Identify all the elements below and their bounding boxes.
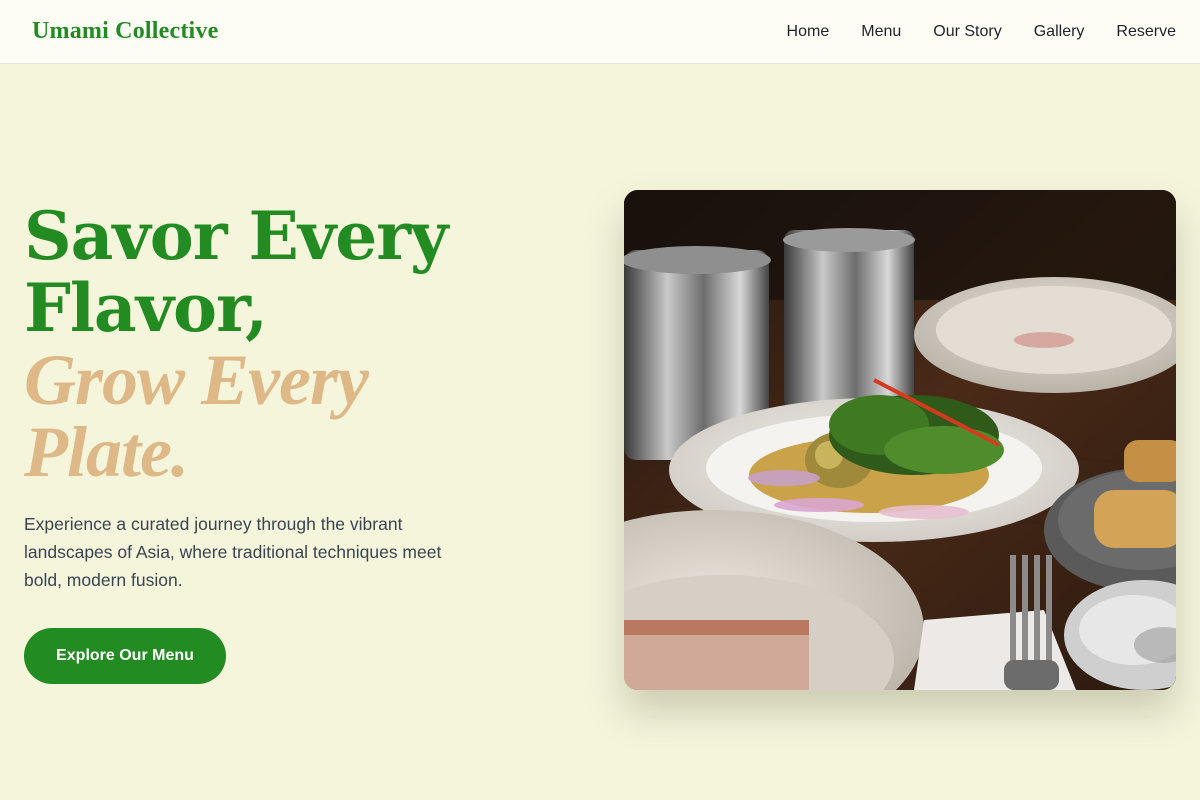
hero-text: Savor Every Flavor, Grow Every Plate. Ex…: [24, 200, 494, 684]
headline-line-4: Plate.: [24, 412, 189, 492]
food-photo-illustration: [624, 190, 1176, 690]
headline-line-2: Flavor,: [24, 269, 268, 347]
nav-link-gallery[interactable]: Gallery: [1034, 23, 1085, 41]
hero-food-photo: [624, 190, 1176, 690]
nav-link-our-story[interactable]: Our Story: [933, 23, 1001, 41]
headline-line-1: Savor Every: [24, 197, 448, 275]
explore-menu-button[interactable]: Explore Our Menu: [24, 628, 226, 684]
main-nav: Home Menu Our Story Gallery Reserve: [787, 23, 1176, 41]
headline-line-3: Grow Every: [24, 340, 369, 420]
nav-link-reserve[interactable]: Reserve: [1116, 23, 1176, 41]
brand-logo[interactable]: Umami Collective: [32, 18, 218, 45]
nav-link-menu[interactable]: Menu: [861, 23, 901, 41]
nav-link-home[interactable]: Home: [787, 23, 830, 41]
hero-headline: Savor Every Flavor, Grow Every Plate.: [24, 200, 494, 488]
hero-description: Experience a curated journey through the…: [24, 514, 442, 590]
site-header: Umami Collective Home Menu Our Story Gal…: [0, 0, 1200, 64]
